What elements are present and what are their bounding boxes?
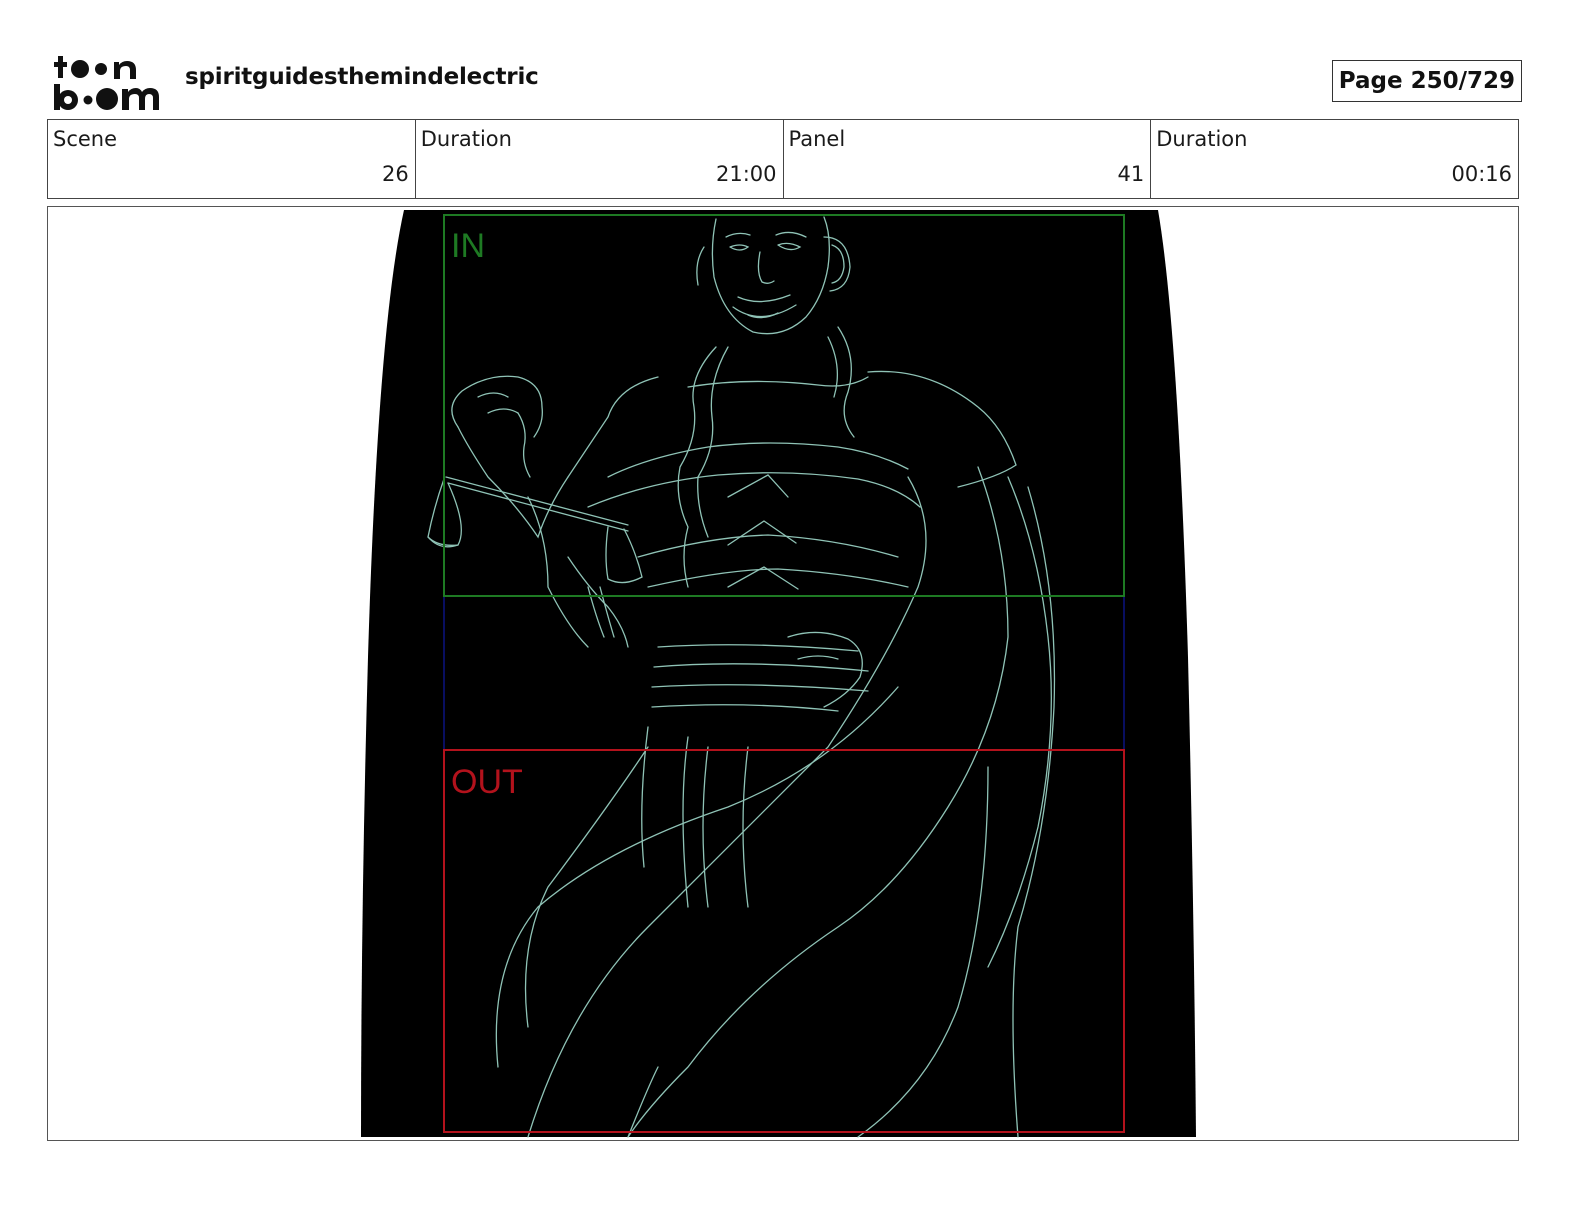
panel-value: 41: [1117, 162, 1145, 186]
panel-duration-label: Duration: [1156, 127, 1248, 151]
panel-artwork: IN OUT: [361, 210, 1196, 1138]
page-indicator: Page 250/729: [1331, 60, 1522, 102]
black-backdrop: [361, 210, 1196, 1137]
in-label: IN: [451, 227, 485, 265]
out-label: OUT: [451, 763, 523, 801]
scene-duration-label: Duration: [420, 127, 512, 151]
scene-duration-cell: Duration 21:00: [414, 120, 783, 198]
scene-duration-value: 21:00: [715, 162, 777, 186]
panel-duration-cell: Duration 00:16: [1150, 120, 1518, 198]
panel-cell: Panel 41: [782, 120, 1151, 198]
toon-boom-logo: [54, 56, 159, 110]
panel-duration-value: 00:16: [1451, 162, 1512, 186]
scene-label: Scene: [53, 127, 118, 151]
panel-label: Panel: [788, 127, 846, 151]
scene-cell: Scene 26: [48, 120, 415, 198]
scene-value: 26: [382, 162, 409, 186]
storyboard-panel: IN OUT: [47, 206, 1519, 1141]
info-table: Scene 26 Duration 21:00 Panel 41 Duratio…: [47, 119, 1519, 199]
project-title: spiritguidesthemindelectric: [185, 64, 539, 90]
